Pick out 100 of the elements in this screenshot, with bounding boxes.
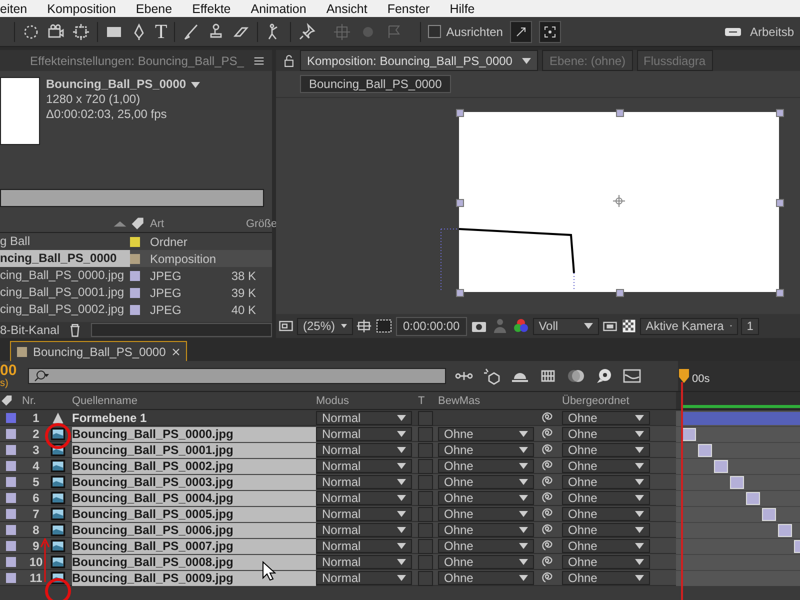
pick-whip-icon[interactable] xyxy=(540,427,554,441)
pick-whip-icon[interactable] xyxy=(540,459,554,473)
mask-icon[interactable] xyxy=(375,317,393,335)
parent-dropdown[interactable]: Ohne xyxy=(562,411,650,425)
parent-dropdown[interactable]: Ohne xyxy=(562,459,650,473)
track-matte-dropdown[interactable]: Ohne xyxy=(438,555,534,569)
track-matte-dropdown[interactable]: Ohne xyxy=(438,427,534,441)
parent-dropdown[interactable]: Ohne xyxy=(562,443,650,457)
blend-mode-dropdown[interactable]: Normal xyxy=(316,491,412,505)
label-swatch[interactable] xyxy=(6,461,16,471)
blend-mode-dropdown[interactable]: Normal xyxy=(316,555,412,569)
layer-name[interactable]: Bouncing_Ball_PS_0002.jpg xyxy=(72,458,316,474)
layer-search-field[interactable] xyxy=(28,368,446,384)
label-swatch[interactable] xyxy=(6,573,16,583)
project-item-name[interactable]: cing_Ball_PS_0002.jpg xyxy=(0,301,130,318)
view-dropdown[interactable]: 1 xyxy=(740,318,760,334)
playhead-icon[interactable] xyxy=(678,369,690,385)
layer-name[interactable]: Bouncing_Ball_PS_0003.jpg xyxy=(72,474,316,490)
rgb-channels-icon[interactable] xyxy=(512,317,530,335)
column-header[interactable]: Nr. xyxy=(22,394,50,406)
lock-icon[interactable] xyxy=(282,54,296,68)
label-swatch[interactable] xyxy=(6,493,16,503)
menu-item[interactable]: Komposition xyxy=(47,2,116,16)
menu-item[interactable]: Hilfe xyxy=(450,2,475,16)
preserve-transparency-toggle[interactable] xyxy=(418,506,433,522)
track-matte-dropdown[interactable]: Ohne xyxy=(438,475,534,489)
search-field[interactable] xyxy=(0,189,264,207)
transform-handle[interactable] xyxy=(776,289,784,297)
blend-mode-dropdown[interactable]: Normal xyxy=(316,571,412,585)
project-item-name[interactable]: ncing_Ball_PS_0000 xyxy=(0,250,130,267)
label-swatch[interactable] xyxy=(6,413,16,423)
track-matte-dropdown[interactable]: Ohne xyxy=(438,539,534,553)
layer-duration-bar[interactable] xyxy=(762,508,776,520)
preserve-transparency-toggle[interactable] xyxy=(418,442,433,458)
project-item-name[interactable]: cing_Ball_PS_0000.jpg xyxy=(0,267,130,284)
pan-tool-icon[interactable] xyxy=(72,22,90,40)
transform-handle[interactable] xyxy=(616,109,624,117)
bit-depth-label[interactable]: 8-Bit-Kanal xyxy=(0,323,60,337)
panel-tab[interactable]: Komposition: Bouncing_Ball_PS_0000 xyxy=(300,50,538,71)
blend-mode-dropdown[interactable]: Normal xyxy=(316,523,412,537)
label-swatch[interactable] xyxy=(6,525,16,535)
camera-tool-icon[interactable] xyxy=(47,22,65,40)
blend-mode-dropdown[interactable]: Normal xyxy=(316,475,412,489)
column-header[interactable]: T xyxy=(418,394,438,406)
transform-handle[interactable] xyxy=(456,289,464,297)
layer-name[interactable]: Bouncing_Ball_PS_0007.jpg xyxy=(72,538,316,554)
project-item-name[interactable]: cing_Ball_PS_0001.jpg xyxy=(0,284,130,301)
parent-dropdown[interactable]: Ohne xyxy=(562,555,650,569)
layer-duration-bar[interactable] xyxy=(682,428,696,440)
parent-dropdown[interactable]: Ohne xyxy=(562,427,650,441)
label-swatch[interactable] xyxy=(6,477,16,487)
column-header[interactable]: Art xyxy=(150,218,246,230)
anchor-point-icon[interactable] xyxy=(613,195,625,207)
camera-dropdown[interactable]: Aktive Kamera xyxy=(640,318,738,334)
composition-breadcrumb[interactable]: Bouncing_Ball_PS_0000 xyxy=(300,75,451,93)
layer-duration-bar[interactable] xyxy=(730,476,744,488)
horizontal-scrollbar[interactable] xyxy=(91,323,272,337)
layer-name[interactable]: Bouncing_Ball_PS_0005.jpg xyxy=(72,506,316,522)
text-tool[interactable]: T xyxy=(155,22,168,42)
current-time[interactable]: 00 xyxy=(0,363,20,378)
pick-whip-icon[interactable] xyxy=(540,443,554,457)
region-icon[interactable] xyxy=(278,318,294,334)
preserve-transparency-toggle[interactable] xyxy=(418,522,433,538)
layer-name[interactable]: Bouncing_Ball_PS_0004.jpg xyxy=(72,490,316,506)
brainstorm-icon[interactable] xyxy=(594,367,614,385)
pick-whip-icon[interactable] xyxy=(540,523,554,537)
label-swatch[interactable] xyxy=(6,557,16,567)
menu-item[interactable]: Effekte xyxy=(192,2,231,16)
timeline-tab[interactable]: Bouncing_Ball_PS_0000 xyxy=(10,341,187,361)
parent-dropdown[interactable]: Ohne xyxy=(562,523,650,537)
tag-icon[interactable] xyxy=(0,394,14,408)
menu-item[interactable]: Ansicht xyxy=(326,2,368,16)
layer-name[interactable]: Bouncing_Ball_PS_0009.jpg xyxy=(72,570,316,586)
layer-name[interactable]: Bouncing_Ball_PS_0008.jpg xyxy=(72,554,316,570)
preserve-transparency-toggle[interactable] xyxy=(418,474,433,490)
pin-tool-icon[interactable] xyxy=(298,22,316,40)
blend-mode-dropdown[interactable]: Normal xyxy=(316,443,412,457)
parent-dropdown[interactable]: Ohne xyxy=(562,539,650,553)
zoom-dropdown[interactable]: (25%) xyxy=(297,318,353,334)
pick-whip-icon[interactable] xyxy=(540,571,554,585)
parent-dropdown[interactable]: Ohne xyxy=(562,507,650,521)
column-header[interactable]: Modus xyxy=(316,394,418,406)
track-matte-dropdown[interactable]: Ohne xyxy=(438,571,534,585)
layer-duration-bar[interactable] xyxy=(714,460,728,472)
track-matte-dropdown[interactable]: Ohne xyxy=(438,523,534,537)
align-checkbox[interactable] xyxy=(428,25,442,38)
transparency-grid-icon[interactable] xyxy=(620,318,637,334)
composition-name[interactable]: Bouncing_Ball_PS_0000 xyxy=(46,77,186,92)
time-ruler[interactable]: 00s xyxy=(678,361,800,391)
resolution-dropdown[interactable]: Voll xyxy=(532,318,599,334)
layer-name[interactable]: Bouncing_Ball_PS_0000.jpg xyxy=(72,426,316,442)
blend-mode-dropdown[interactable]: Normal xyxy=(316,507,412,521)
layer-duration-bar[interactable] xyxy=(778,524,792,536)
blend-mode-dropdown[interactable]: Normal xyxy=(316,411,412,425)
project-item-name[interactable]: g Ball xyxy=(0,233,130,250)
track-matte-dropdown[interactable]: Ohne xyxy=(438,443,534,457)
snap-target-button[interactable] xyxy=(538,20,561,42)
preserve-transparency-toggle[interactable] xyxy=(418,490,433,506)
pick-whip-icon[interactable] xyxy=(540,555,554,569)
layer-name[interactable]: Bouncing_Ball_PS_0001.jpg xyxy=(72,442,316,458)
